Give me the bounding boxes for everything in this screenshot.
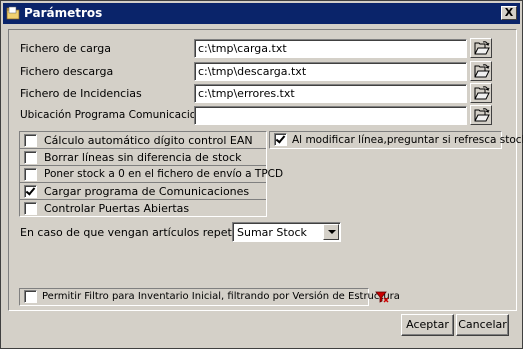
window-title: Parámetros xyxy=(24,6,103,20)
funnel-icon[interactable] xyxy=(374,289,390,305)
ubicacion-programa-field[interactable] xyxy=(194,106,467,125)
ubicacion-programa-browse-button[interactable] xyxy=(470,105,492,125)
fichero-incidencias-browse-button[interactable] xyxy=(470,83,492,103)
option-controlar-puertas[interactable]: Controlar Puertas Abiertas xyxy=(20,200,266,217)
open-folder-icon xyxy=(474,108,490,122)
open-folder-icon xyxy=(474,41,490,55)
checkbox-checked[interactable] xyxy=(24,185,37,198)
options-group: Cálculo automático dígito control EAN Bo… xyxy=(19,131,283,217)
checkbox[interactable] xyxy=(24,290,37,303)
checkbox[interactable] xyxy=(24,168,37,181)
checkbox-checked[interactable] xyxy=(274,133,287,146)
fichero-carga-label: Fichero de carga xyxy=(20,42,111,55)
repetidos-select[interactable]: Sumar Stock xyxy=(232,222,341,242)
option-borrar-lineas[interactable]: Borrar líneas sin diferencia de stock xyxy=(20,149,266,166)
option-permitir-filtro[interactable]: Permitir Filtro para Inventario Inicial,… xyxy=(19,288,400,306)
fichero-descarga-browse-button[interactable] xyxy=(470,61,492,81)
fichero-descarga-field[interactable]: c:\tmp\descarga.txt xyxy=(194,62,467,81)
open-folder-icon xyxy=(474,64,490,78)
parametros-window: Parámetros X Fichero de carga c:\tmp\car… xyxy=(0,0,523,349)
ubicacion-programa-label: Ubicación Programa Comunicaciones xyxy=(20,109,215,121)
fichero-descarga-label: Fichero descarga xyxy=(20,65,114,78)
repetidos-label: En caso de que vengan artículos repetido… xyxy=(20,226,255,239)
checkbox[interactable] xyxy=(24,202,37,215)
folder-icon xyxy=(6,6,20,20)
fichero-incidencias-field[interactable]: c:\tmp\errores.txt xyxy=(194,84,467,103)
option-refresca-stock[interactable]: Al modificar línea,preguntar si refresca… xyxy=(269,131,523,149)
option-cargar-programa[interactable]: Cargar programa de Comunicaciones xyxy=(20,183,266,200)
cancel-button[interactable]: Cancelar xyxy=(456,314,509,336)
option-label: Cargar programa de Comunicaciones xyxy=(44,185,250,198)
chevron-down-icon[interactable] xyxy=(323,224,339,240)
open-folder-icon xyxy=(474,86,490,100)
option-label: Poner stock a 0 en el fichero de envío a… xyxy=(44,168,284,180)
fichero-carga-browse-button[interactable] xyxy=(470,38,492,58)
checkbox[interactable] xyxy=(24,151,37,164)
option-label: Controlar Puertas Abiertas xyxy=(44,202,190,215)
option-poner-stock[interactable]: Poner stock a 0 en el fichero de envío a… xyxy=(20,166,283,183)
title-bar[interactable]: Parámetros X xyxy=(3,3,520,24)
checkbox[interactable] xyxy=(24,134,37,147)
option-label: Al modificar línea,preguntar si refresca… xyxy=(292,134,523,146)
fichero-incidencias-label: Fichero de Incidencias xyxy=(20,87,142,100)
option-label: Borrar líneas sin diferencia de stock xyxy=(44,151,242,164)
option-label: Permitir Filtro para Inventario Inicial,… xyxy=(42,291,400,302)
option-calculo-ean[interactable]: Cálculo automático dígito control EAN xyxy=(20,132,266,149)
option-label: Cálculo automático dígito control EAN xyxy=(44,134,253,147)
accept-button[interactable]: Aceptar xyxy=(401,314,454,336)
fichero-carga-field[interactable]: c:\tmp\carga.txt xyxy=(194,39,467,58)
repetidos-selected-value: Sumar Stock xyxy=(237,226,307,239)
close-button[interactable]: X xyxy=(501,6,517,20)
